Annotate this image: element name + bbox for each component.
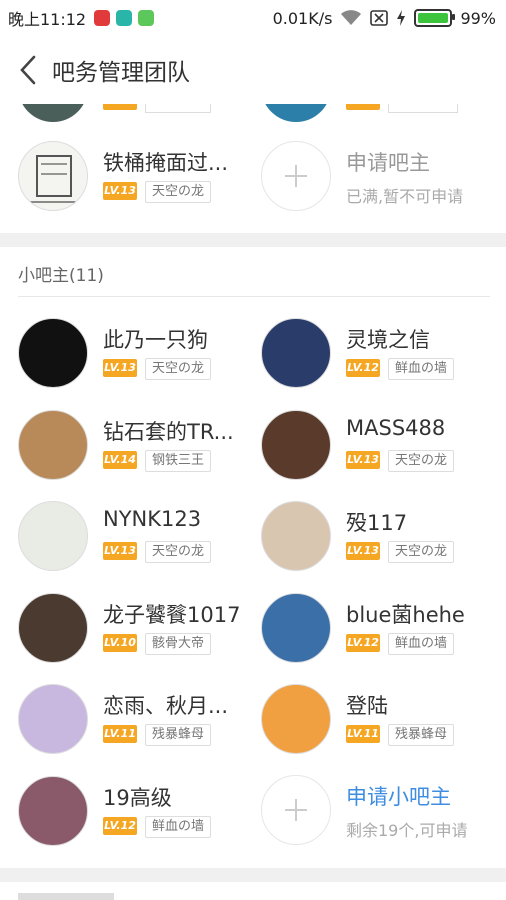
title-tag: 鲜血の墙 — [388, 358, 455, 380]
member-name: 铁桶掩面过... — [103, 151, 229, 175]
level-badge: LV.11 — [346, 725, 380, 743]
title-tag: 天空の龙 — [145, 181, 212, 203]
netease-music-icon — [94, 10, 111, 26]
section-header: 小吧主(11) — [18, 266, 104, 286]
level-badge: LV.14 — [103, 450, 137, 469]
battery-percent: 99% — [460, 8, 496, 28]
wifi-icon — [341, 10, 362, 25]
member-item[interactable]: 钻石套的TR... LV.14 钢铁三王 — [18, 409, 258, 490]
member-name: 龙子饕餮1017 — [103, 602, 241, 627]
title-tag: 天空の龙 — [388, 541, 455, 563]
member-item[interactable]: 恋雨、秋月... LV.11 残暴蜂母 — [18, 684, 258, 764]
title-tag — [145, 104, 211, 113]
avatar[interactable] — [261, 592, 331, 663]
section-divider — [0, 868, 506, 882]
member-item[interactable]: NYNK123 LV.13 天空の龙 — [18, 501, 258, 581]
member-item[interactable]: 铁桶掩面过... LV.13 天空の龙 — [18, 141, 258, 221]
status-time: 晚上11:12 — [8, 10, 87, 29]
level-badge — [103, 104, 137, 110]
network-speed: 0.01K/s — [272, 8, 333, 28]
member-name: 19高级 — [103, 785, 172, 810]
member-item[interactable]: 龙子饕餮1017 LV.10 骸骨大帝 — [18, 592, 258, 673]
title-tag: 天空の龙 — [145, 541, 212, 563]
member-item[interactable]: 此乃一只狗 LV.13 天空の龙 — [18, 318, 258, 398]
sketch-avatar-image — [29, 155, 79, 203]
member-item[interactable]: 灵境之信 LV.12 鲜血の墙 — [261, 318, 501, 398]
member-name: 钻石套的TR... — [103, 419, 234, 444]
apply-title: 申请吧主 — [346, 151, 430, 175]
title-tag: 天空の龙 — [388, 449, 455, 472]
title-tag: 骸骨大帝 — [145, 632, 212, 655]
section-separator — [18, 296, 490, 297]
title-tag — [388, 104, 458, 113]
title-tag: 天空の龙 — [145, 358, 212, 380]
avatar[interactable] — [261, 318, 331, 388]
level-badge: LV.13 — [346, 542, 380, 560]
avatar[interactable] — [18, 592, 88, 663]
member-name: 灵境之信 — [346, 328, 430, 352]
avatar[interactable] — [261, 409, 331, 480]
page-title: 吧务管理团队 — [52, 60, 190, 86]
title-tag: 残暴蜂母 — [388, 724, 455, 746]
avatar[interactable] — [261, 684, 331, 754]
apply-owner-item[interactable]: 申请吧主 已满,暂不可申请 — [261, 141, 501, 221]
member-name: 登陆 — [346, 694, 388, 718]
sim-notification-icon — [138, 10, 155, 26]
next-section-header-clipped — [18, 890, 118, 900]
apply-button[interactable] — [261, 141, 331, 211]
battery-fill — [418, 13, 449, 23]
avatar[interactable] — [18, 318, 88, 388]
section-divider — [0, 233, 506, 247]
charging-icon — [397, 10, 406, 26]
member-item[interactable]: 19高级 LV.12 鲜血の墙 — [18, 775, 258, 856]
title-tag: 残暴蜂母 — [145, 724, 212, 746]
member-name: 殁117 — [346, 511, 408, 535]
avatar[interactable] — [18, 141, 88, 211]
app-notification-icon — [116, 10, 133, 26]
level-badge: LV.12 — [103, 816, 137, 835]
back-button[interactable] — [6, 48, 50, 92]
member-name: 恋雨、秋月... — [103, 694, 229, 718]
battery-icon — [414, 9, 456, 27]
member-item[interactable]: blue菌hehe LV.12 鲜血の墙 — [261, 592, 501, 673]
apply-button[interactable] — [261, 775, 331, 845]
avatar[interactable] — [18, 501, 88, 571]
level-badge: LV.13 — [103, 359, 137, 377]
avatar[interactable] — [18, 775, 88, 846]
member-item[interactable]: MASS488 LV.13 天空の龙 — [261, 409, 501, 490]
avatar[interactable] — [18, 684, 88, 754]
member-name: MASS488 — [346, 415, 446, 440]
member-item[interactable]: 殁117 LV.13 天空の龙 — [261, 501, 501, 581]
member-name: 此乃一只狗 — [103, 328, 208, 352]
level-badge: LV.13 — [103, 542, 137, 560]
apply-small-owner-item[interactable]: 申请小吧主 剩余19个,可申请 — [261, 775, 501, 855]
level-badge: LV.12 — [346, 633, 380, 652]
scrolled-row — [0, 104, 506, 124]
avatar[interactable] — [261, 501, 331, 571]
status-bar: 晚上11:12 0.01K/s 99% — [0, 0, 506, 36]
chevron-left-icon — [20, 55, 36, 85]
member-name: blue菌hehe — [346, 602, 465, 627]
level-badge: LV.13 — [346, 450, 380, 469]
plus-icon — [285, 165, 307, 187]
avatar[interactable] — [18, 104, 88, 122]
apply-subtitle: 已满,暂不可申请 — [346, 187, 464, 206]
member-item[interactable]: 登陆 LV.11 残暴蜂母 — [261, 684, 501, 764]
level-badge: LV.10 — [103, 633, 137, 652]
member-name: NYNK123 — [103, 507, 202, 531]
avatar[interactable] — [18, 409, 88, 480]
title-tag: 钢铁三王 — [145, 449, 212, 472]
title-tag: 鲜血の墙 — [388, 632, 455, 655]
nav-bar: 吧务管理团队 — [0, 36, 506, 104]
apply-subtitle: 剩余19个,可申请 — [346, 821, 468, 840]
level-badge — [346, 104, 380, 110]
title-tag: 鲜血の墙 — [145, 815, 212, 838]
level-badge: LV.13 — [103, 182, 137, 200]
level-badge: LV.12 — [346, 359, 380, 377]
avatar[interactable] — [261, 104, 331, 122]
apply-title: 申请小吧主 — [346, 785, 451, 809]
level-badge: LV.11 — [103, 725, 137, 743]
no-sim-icon — [370, 10, 389, 26]
plus-icon — [285, 799, 307, 821]
